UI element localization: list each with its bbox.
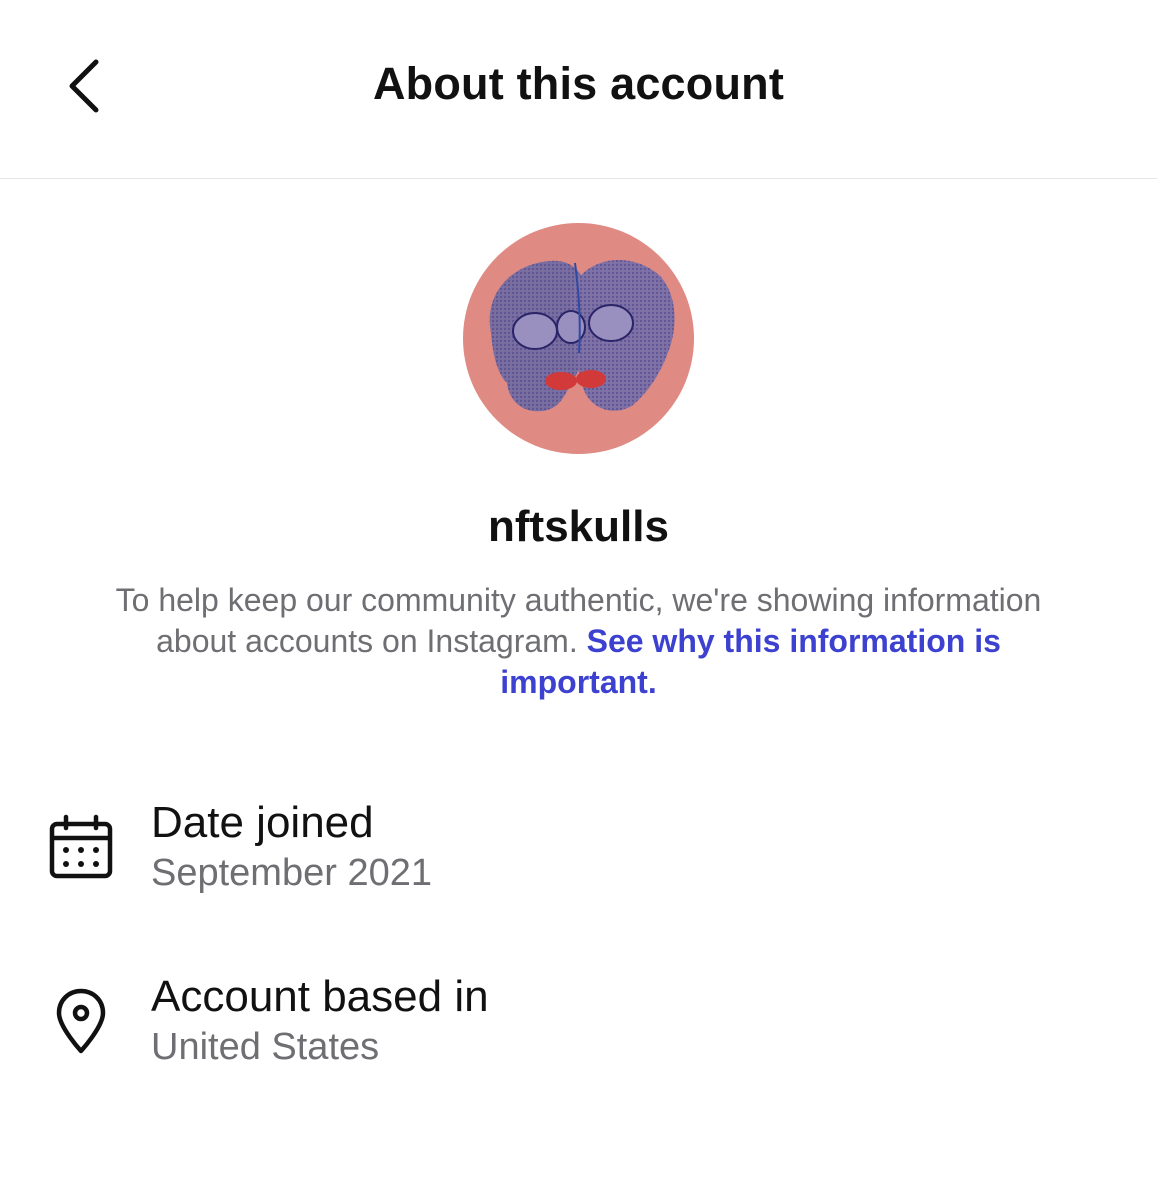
- authenticity-notice: To help keep our community authentic, we…: [100, 580, 1057, 703]
- location-pin-icon: [44, 984, 118, 1058]
- account-location-row: Account based in United States: [0, 966, 1157, 1076]
- account-based-in-value: United States: [151, 1026, 380, 1068]
- avatar: [463, 223, 694, 454]
- date-joined-row: Date joined September 2021: [0, 792, 1157, 902]
- account-based-in-label: Account based in: [151, 972, 489, 1021]
- calendar-icon: [44, 810, 118, 884]
- skull-avatar-image: [489, 260, 675, 412]
- page-title: About this account: [372, 58, 785, 109]
- date-joined-value: September 2021: [151, 852, 432, 894]
- top-bar: About this account: [0, 0, 1157, 179]
- username: nftskulls: [488, 502, 669, 551]
- date-joined-label: Date joined: [151, 798, 374, 847]
